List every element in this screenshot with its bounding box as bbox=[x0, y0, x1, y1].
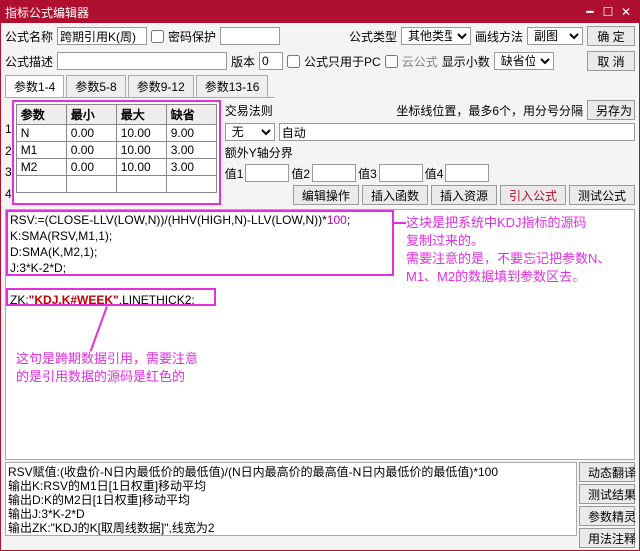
mid-section: 1 2 3 4 参数最小最大缺省 N0.0010.009.00 M10.0010… bbox=[1, 98, 639, 207]
insert-fn-button[interactable]: 插入函数 bbox=[362, 185, 428, 205]
param-wizard-button[interactable]: 参数精灵 bbox=[579, 506, 635, 526]
saveas-button[interactable]: 另存为 bbox=[587, 100, 635, 120]
label-showdec: 显示小数 bbox=[442, 53, 490, 70]
val1-input[interactable] bbox=[245, 164, 289, 182]
label-line: 画线方法 bbox=[475, 28, 523, 45]
arrow-1 bbox=[394, 222, 406, 224]
table-row bbox=[16, 176, 216, 193]
version-input[interactable] bbox=[259, 52, 283, 70]
cancel-button[interactable]: 取 消 bbox=[587, 51, 635, 71]
insert-res-button[interactable]: 插入资源 bbox=[431, 185, 497, 205]
val2-input[interactable] bbox=[312, 164, 356, 182]
table-row: M20.0010.003.00 bbox=[16, 159, 216, 176]
only-pc-checkbox[interactable] bbox=[287, 55, 300, 68]
test-formula-button[interactable]: 测试公式 bbox=[569, 185, 635, 205]
password-input[interactable] bbox=[220, 27, 280, 45]
table-row: M10.0010.003.00 bbox=[16, 142, 216, 159]
bottom-section: RSV赋值:(收盘价-N日内最低价的最低值)/(N日内最高价的最高值-N日内最低… bbox=[1, 462, 639, 550]
annotation-1: 这块是把系统中KDJ指标的源码 复制过来的。 需要注意的是，不要忘记把参数N、 … bbox=[406, 214, 610, 286]
output-panel: RSV赋值:(收盘价-N日内最低价的最低值)/(N日内最高价的最高值-N日内最低… bbox=[5, 462, 577, 536]
label-onlypc: 公式只用于PC bbox=[304, 53, 381, 70]
label-coord: 坐标线位置，最多6个，用分号分隔 bbox=[396, 102, 583, 119]
label-trade: 交易法则 bbox=[225, 102, 273, 119]
label-type: 公式类型 bbox=[349, 28, 397, 45]
highlight-box-2 bbox=[6, 288, 216, 306]
row-numbers: 1 2 3 4 bbox=[5, 100, 12, 205]
label-version: 版本 bbox=[231, 53, 255, 70]
label-name: 公式名称 bbox=[5, 28, 53, 45]
titlebar: 指标公式编辑器 ━ ☐ ✕ bbox=[1, 1, 639, 23]
row-desc: 公式描述 版本 公式只用于PC 云公式 显示小数 缺省位数 取 消 bbox=[1, 49, 639, 73]
tab-params-1-4[interactable]: 参数1-4 bbox=[5, 75, 64, 97]
usage-note-button[interactable]: 用法注释 bbox=[579, 528, 635, 548]
dynamic-translate-button[interactable]: 动态翻译 bbox=[579, 462, 635, 482]
right-buttons: 动态翻译 测试结果 参数精灵 用法注释 bbox=[579, 462, 639, 550]
password-checkbox[interactable] bbox=[151, 30, 164, 43]
decimal-select[interactable]: 缺省位数 bbox=[494, 52, 554, 70]
formula-editor-window: 指标公式编辑器 ━ ☐ ✕ 公式名称 密码保护 公式类型 其他类型 画线方法 副… bbox=[0, 0, 640, 551]
param-table[interactable]: 参数最小最大缺省 N0.0010.009.00 M10.0010.003.00 … bbox=[16, 104, 217, 193]
formula-name-input[interactable] bbox=[57, 27, 147, 45]
edit-op-button[interactable]: 编辑操作 bbox=[293, 185, 359, 205]
row-name: 公式名称 密码保护 公式类型 其他类型 画线方法 副图 确 定 bbox=[1, 23, 639, 49]
import-formula-button[interactable]: 引入公式 bbox=[500, 185, 566, 205]
label-pwd: 密码保护 bbox=[168, 28, 216, 45]
line-method-select[interactable]: 副图 bbox=[527, 27, 583, 45]
tab-params-9-12[interactable]: 参数9-12 bbox=[128, 75, 194, 97]
code-editor[interactable]: RSV:=(CLOSE-LLV(LOW,N))/(HHV(HIGH,N)-LLV… bbox=[5, 209, 635, 460]
coord-input[interactable] bbox=[279, 123, 635, 141]
param-tabs: 参数1-4 参数5-8 参数9-12 参数13-16 bbox=[5, 75, 275, 98]
table-row: N0.0010.009.00 bbox=[16, 125, 216, 142]
highlight-box-1 bbox=[6, 210, 394, 276]
right-panel: 交易法则 坐标线位置，最多6个，用分号分隔 另存为 无 额外Y轴分界 值1 值2… bbox=[225, 100, 635, 205]
close-icon[interactable]: ✕ bbox=[617, 5, 635, 19]
maximize-icon[interactable]: ☐ bbox=[599, 5, 617, 19]
cloud-checkbox[interactable] bbox=[385, 55, 398, 68]
tab-params-13-16[interactable]: 参数13-16 bbox=[196, 75, 269, 97]
formula-type-select[interactable]: 其他类型 bbox=[401, 27, 471, 45]
label-cloud: 云公式 bbox=[402, 53, 438, 70]
label-desc: 公式描述 bbox=[5, 53, 53, 70]
val3-input[interactable] bbox=[379, 164, 423, 182]
ok-button[interactable]: 确 定 bbox=[587, 26, 635, 46]
test-result-button[interactable]: 测试结果 bbox=[579, 484, 635, 504]
annotation-2: 这句是跨期数据引用，需要注意 的是引用数据的源码是红色的 bbox=[16, 350, 198, 386]
arrow-2 bbox=[90, 306, 108, 352]
trade-select[interactable]: 无 bbox=[225, 123, 275, 141]
window-title: 指标公式编辑器 bbox=[5, 4, 581, 21]
param-table-box: 参数最小最大缺省 N0.0010.009.00 M10.0010.003.00 … bbox=[12, 100, 221, 205]
minimize-icon[interactable]: ━ bbox=[581, 5, 599, 19]
val4-input[interactable] bbox=[445, 164, 489, 182]
tab-params-5-8[interactable]: 参数5-8 bbox=[66, 75, 125, 97]
label-yaxis: 额外Y轴分界 bbox=[225, 144, 293, 161]
formula-desc-input[interactable] bbox=[57, 52, 227, 70]
